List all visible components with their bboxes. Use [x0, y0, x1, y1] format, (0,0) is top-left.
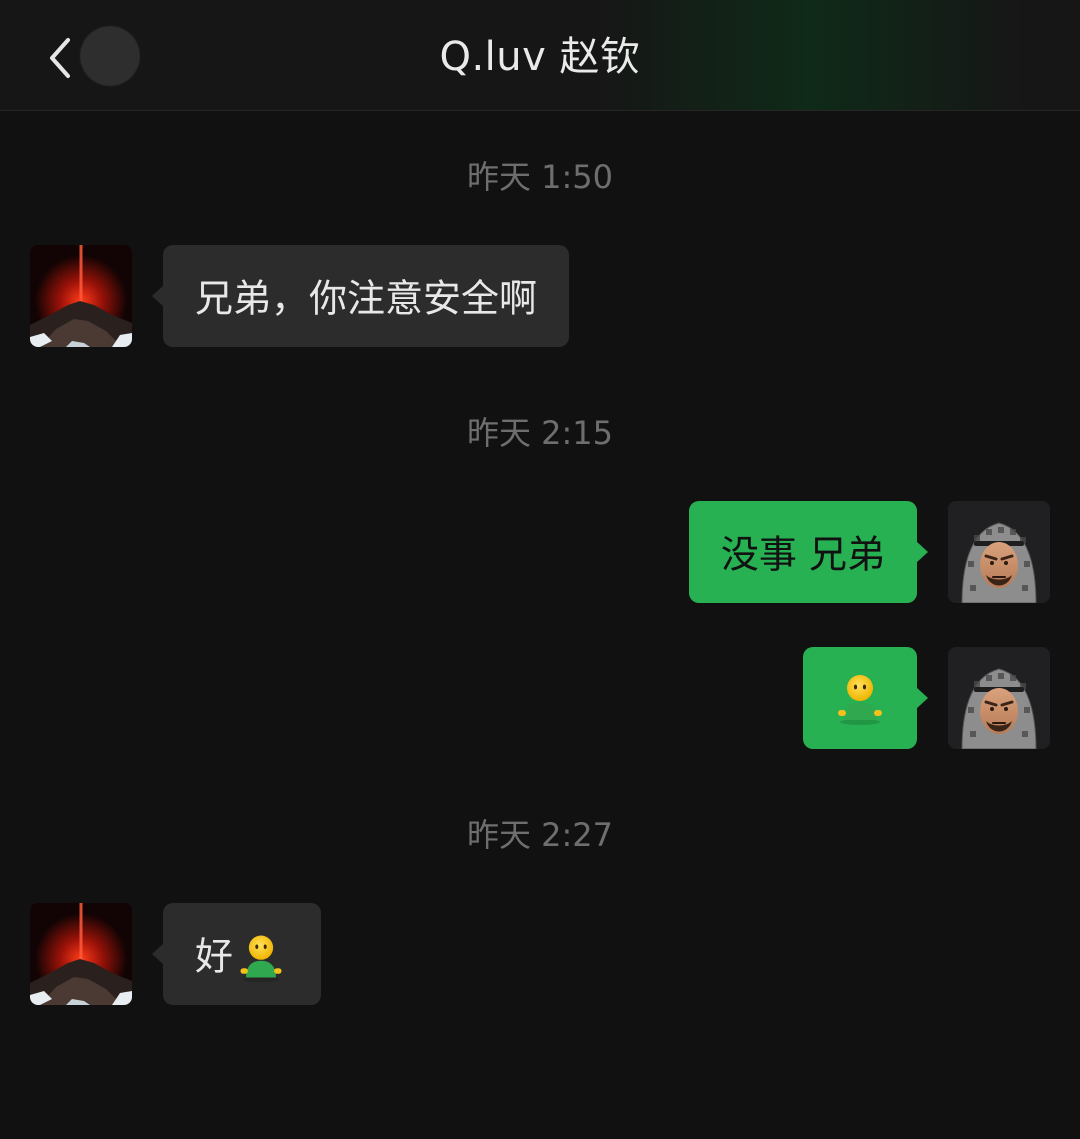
contact-avatar[interactable] [30, 903, 132, 1005]
volcano-avatar-icon [30, 245, 132, 347]
message-text: 没事 兄弟 [720, 532, 885, 577]
message-timestamp: 昨天 1:50 [466, 158, 614, 196]
outgoing-message-bubble[interactable]: 没事 兄弟 [688, 501, 929, 603]
outgoing-message-bubble[interactable] [803, 647, 928, 749]
contact-avatar[interactable] [30, 245, 132, 347]
self-avatar[interactable] [948, 501, 1050, 603]
self-avatar[interactable] [948, 647, 1050, 749]
volcano-avatar-icon [30, 903, 132, 1005]
message-text: 兄弟，你注意安全啊 [195, 276, 538, 321]
chat-header: Q.luv 赵钦 [0, 0, 1080, 111]
message-text: 好 [195, 934, 234, 979]
standing-person-emoji-icon [233, 929, 289, 985]
standing-person-emoji-icon [830, 668, 890, 728]
incoming-message-bubble[interactable]: 兄弟，你注意安全啊 [151, 245, 570, 347]
message-timestamp: 昨天 2:15 [466, 414, 614, 452]
message-timestamp: 昨天 2:27 [466, 816, 614, 854]
chat-title: Q.luv 赵钦 [439, 34, 641, 80]
more-options-button[interactable] [980, 42, 1040, 68]
incoming-message-bubble[interactable]: 好 [151, 903, 322, 1005]
memoji-keffiyeh-avatar-icon [948, 501, 1050, 603]
memoji-keffiyeh-avatar-icon [948, 647, 1050, 749]
